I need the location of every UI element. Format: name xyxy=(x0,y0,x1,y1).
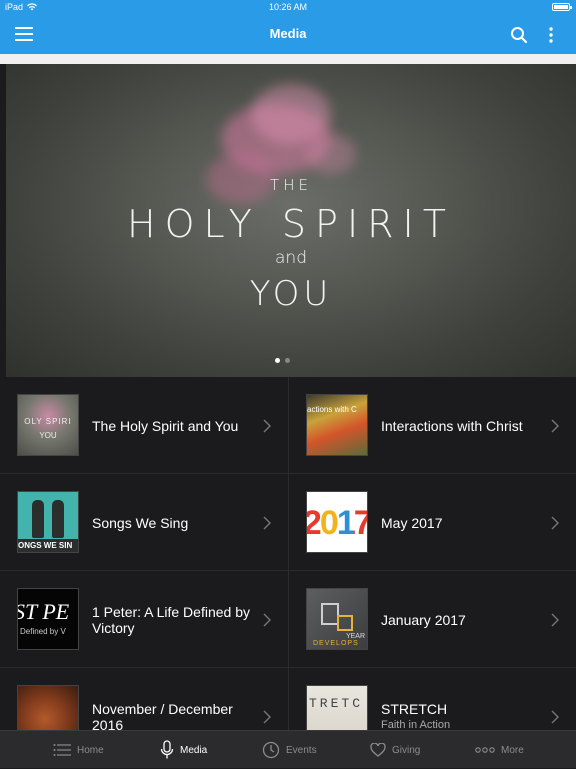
media-title: Songs We Sing xyxy=(92,514,189,531)
hero-line-the: THE xyxy=(270,176,312,194)
chevron-right-icon xyxy=(263,710,271,724)
hero-line-you: YOU xyxy=(249,274,333,314)
smoke-graphic xyxy=(306,134,356,174)
search-icon[interactable] xyxy=(510,26,528,44)
clock: 10:26 AM xyxy=(268,2,308,12)
thumbnail-text: DEVELOPS xyxy=(313,640,359,647)
thumbnail-text: YEAR xyxy=(345,633,365,640)
media-item[interactable]: November / December 2016 xyxy=(0,668,288,730)
media-thumbnail: 2017 xyxy=(306,491,368,553)
chevron-right-icon xyxy=(551,613,559,627)
tab-media[interactable]: Media xyxy=(160,731,207,769)
thumbnail-text: ST PE xyxy=(17,599,70,624)
chevron-right-icon xyxy=(263,613,271,627)
media-item[interactable]: 2017 May 2017 xyxy=(288,474,576,571)
clock-icon xyxy=(262,741,280,759)
media-item[interactable]: ST PE Defined by V 1 Peter: A Life Defin… xyxy=(0,571,288,668)
media-title: May 2017 xyxy=(381,514,443,531)
more-dots-icon xyxy=(475,747,495,753)
media-title: November / December 2016 xyxy=(92,700,233,731)
media-thumbnail: ONGS WE SIN xyxy=(17,491,79,553)
featured-banner[interactable]: THE HOLY SPIRIT and YOU xyxy=(6,64,576,377)
thumbnail-text: 2017 xyxy=(307,504,367,543)
media-thumbnail xyxy=(17,685,79,730)
figure-graphic xyxy=(52,500,64,538)
media-title: January 2017 xyxy=(381,611,466,628)
page-indicator[interactable] xyxy=(275,358,290,363)
hero-line-and: and xyxy=(275,248,307,268)
tab-bar: Home Media Events Giving More xyxy=(0,730,576,768)
chevron-right-icon xyxy=(551,710,559,724)
figure-graphic xyxy=(32,500,44,538)
header-divider xyxy=(0,54,576,64)
tab-events[interactable]: Events xyxy=(262,731,317,769)
chevron-right-icon xyxy=(263,419,271,433)
media-item[interactable]: TRETC STRETCH Faith in Action xyxy=(288,668,576,730)
media-title: The Holy Spirit and You xyxy=(92,417,239,434)
status-bar: iPad 10:26 AM xyxy=(0,0,576,14)
tab-label: Events xyxy=(286,744,317,756)
media-thumbnail: ST PE Defined by V xyxy=(17,588,79,650)
media-subtitle: Faith in Action xyxy=(381,718,451,731)
thumbnail-text: Defined by V xyxy=(20,627,66,636)
media-item[interactable]: YEAR DEVELOPS January 2017 xyxy=(288,571,576,668)
nav-bar: Media xyxy=(0,14,576,54)
thumbnail-text: ONGS WE SIN xyxy=(18,539,78,552)
media-thumbnail: YEAR DEVELOPS xyxy=(306,588,368,650)
tab-label: More xyxy=(501,744,524,756)
thumbnail-text: OLY SPIRI xyxy=(24,417,72,426)
media-grid: OLY SPIRI YOU The Holy Spirit and You ac… xyxy=(0,377,576,730)
thumbnail-text: actions with C xyxy=(307,405,357,414)
battery-icon xyxy=(552,3,572,11)
media-title: 1 Peter: A Life Defined by Victory xyxy=(92,603,250,636)
chevron-right-icon xyxy=(551,419,559,433)
media-thumbnail: TRETC xyxy=(306,685,368,730)
microphone-icon xyxy=(160,740,174,759)
chevron-right-icon xyxy=(263,516,271,530)
heart-icon xyxy=(370,743,386,757)
tab-label: Giving xyxy=(392,744,421,756)
tab-label: Media xyxy=(180,744,208,756)
page-title: Media xyxy=(269,26,307,41)
thumbnail-text: TRETC xyxy=(309,696,364,711)
tile-graphic xyxy=(337,615,353,631)
media-thumbnail: OLY SPIRI YOU xyxy=(17,394,79,456)
media-item[interactable]: ONGS WE SIN Songs We Sing xyxy=(0,474,288,571)
tab-home[interactable]: Home xyxy=(53,731,104,769)
media-thumbnail: actions with C xyxy=(306,394,368,456)
media-title: Interactions with Christ xyxy=(381,417,523,434)
list-icon xyxy=(53,744,71,756)
media-item[interactable]: OLY SPIRI YOU The Holy Spirit and You xyxy=(0,377,288,474)
smoke-graphic xyxy=(251,84,331,144)
page-dot[interactable] xyxy=(285,358,290,363)
media-title: STRETCH xyxy=(381,700,448,717)
page-dot[interactable] xyxy=(275,358,280,363)
chevron-right-icon xyxy=(551,516,559,530)
vertical-dots-icon[interactable] xyxy=(546,26,556,44)
tab-giving[interactable]: Giving xyxy=(370,731,420,769)
tab-label: Home xyxy=(77,744,104,756)
thumbnail-text: YOU xyxy=(39,431,57,440)
tab-more[interactable]: More xyxy=(475,731,524,769)
hero-line-title: HOLY SPIRIT xyxy=(127,202,455,246)
media-item[interactable]: actions with C Interactions with Christ xyxy=(288,377,576,474)
